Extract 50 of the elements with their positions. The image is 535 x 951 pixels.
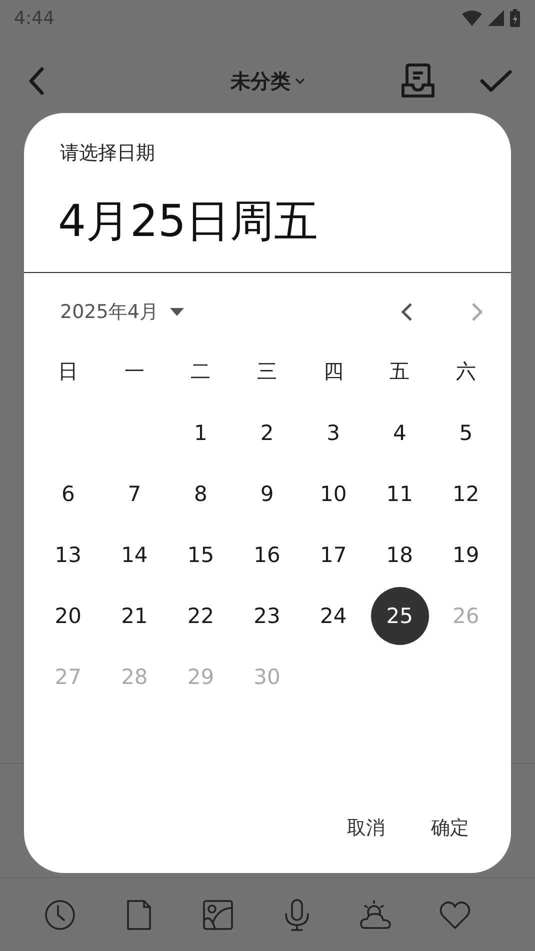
calendar-day[interactable]: 1 xyxy=(172,404,230,462)
weekday-label: 二 xyxy=(190,358,211,385)
calendar-day[interactable]: 19 xyxy=(436,526,495,584)
weekday-label: 四 xyxy=(323,358,344,385)
calendar-day[interactable]: 7 xyxy=(105,464,164,522)
calendar-day[interactable]: 8 xyxy=(172,464,230,522)
inbox-icon[interactable] xyxy=(401,63,435,99)
calendar-day[interactable]: 21 xyxy=(105,586,164,644)
battery-icon xyxy=(509,8,521,28)
cancel-button[interactable]: 取消 xyxy=(343,809,389,847)
weekday-label: 一 xyxy=(124,358,144,385)
weekday-label: 五 xyxy=(390,358,410,385)
weekday-label: 日 xyxy=(58,358,78,385)
calendar-day[interactable]: 14 xyxy=(105,526,164,584)
month-dropdown[interactable]: 2025年4月 xyxy=(60,299,184,325)
dialog-label: 请选择日期 xyxy=(59,141,156,166)
calendar-day[interactable]: 18 xyxy=(370,526,429,584)
calendar-day[interactable]: 13 xyxy=(39,526,98,584)
calendar-day[interactable]: 22 xyxy=(172,586,230,644)
calendar-day[interactable]: 10 xyxy=(304,464,362,522)
calendar-day[interactable]: 11 xyxy=(370,464,429,522)
calendar-day[interactable]: 6 xyxy=(39,464,98,522)
calendar-day[interactable]: 25 xyxy=(370,586,429,644)
calendar-day[interactable]: 9 xyxy=(238,464,296,522)
caret-icon xyxy=(294,77,304,85)
calendar-day[interactable]: 15 xyxy=(172,526,230,584)
check-icon[interactable] xyxy=(479,68,513,94)
weather-icon[interactable] xyxy=(359,898,394,932)
calendar-day[interactable]: 16 xyxy=(238,526,296,584)
calendar-day[interactable]: 12 xyxy=(436,464,495,522)
clock-icon[interactable] xyxy=(42,898,77,932)
back-button[interactable] xyxy=(26,66,46,96)
image-icon[interactable] xyxy=(200,898,235,932)
calendar-day[interactable]: 17 xyxy=(304,526,362,584)
wifi-icon xyxy=(461,10,483,26)
signal-icon xyxy=(487,10,505,26)
calendar-day[interactable]: 5 xyxy=(436,404,495,462)
calendar-day[interactable]: 4 xyxy=(370,404,429,462)
calendar-day[interactable]: 24 xyxy=(304,586,362,644)
calendar-day[interactable]: 2 xyxy=(238,404,296,462)
calendar-day[interactable]: 20 xyxy=(39,586,98,644)
calendar-day[interactable]: 3 xyxy=(304,404,362,462)
calendar-day[interactable]: 23 xyxy=(238,586,296,644)
category-dropdown[interactable]: 未分类 xyxy=(230,68,304,94)
caret-icon xyxy=(170,308,184,316)
status-time: 4:44 xyxy=(14,8,54,28)
weekday-label: 六 xyxy=(456,358,476,385)
confirm-button[interactable]: 确定 xyxy=(427,809,473,847)
selected-date: 4月25日周五 xyxy=(57,195,319,249)
weekday-label: 三 xyxy=(257,358,278,385)
